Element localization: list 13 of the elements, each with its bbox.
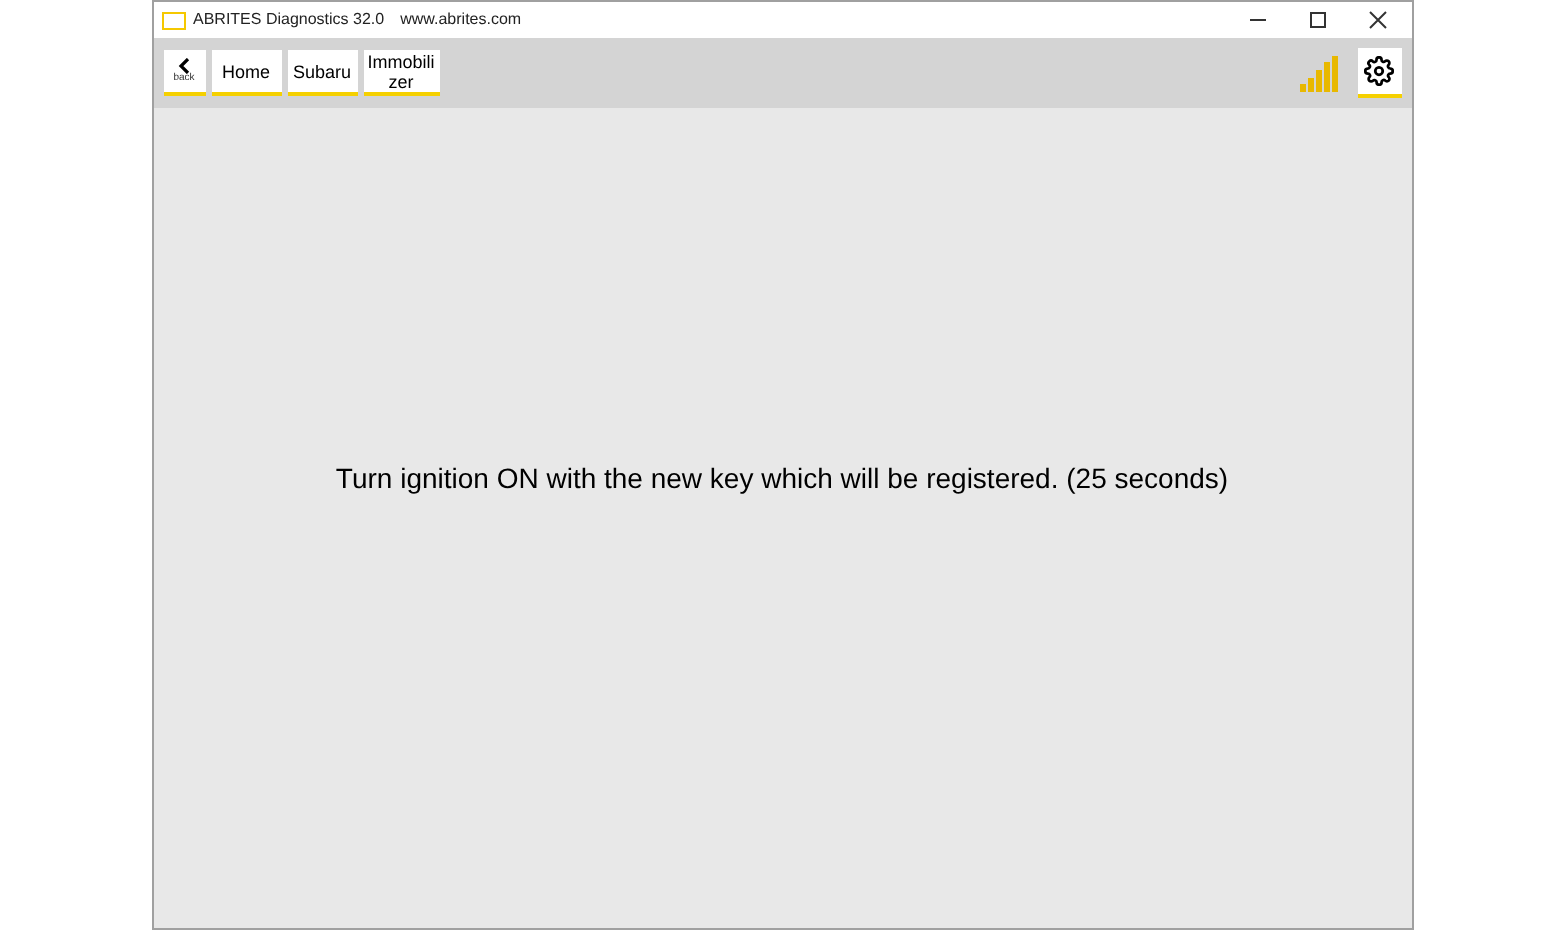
signal-strength-icon [1299,55,1339,91]
breadcrumb-button[interactable]: Immobilizer [363,50,439,96]
breadcrumb-button[interactable]: Subaru [287,50,357,96]
window-url: www.abrites.com [400,8,522,32]
close-icon[interactable] [1367,10,1387,30]
breadcrumb-button[interactable]: Home [211,50,281,96]
settings-icon [1364,56,1394,86]
settings-button[interactable] [1357,48,1401,98]
instruction-message: Turn ignition ON with the new key which will be registered. (25 seconds) [335,460,1229,498]
window-title: ABRITES Diagnostics 32.0 [193,8,385,32]
maximize-icon[interactable] [1307,10,1327,30]
chevron-left-icon [178,58,190,74]
app-logo-icon [161,11,185,29]
